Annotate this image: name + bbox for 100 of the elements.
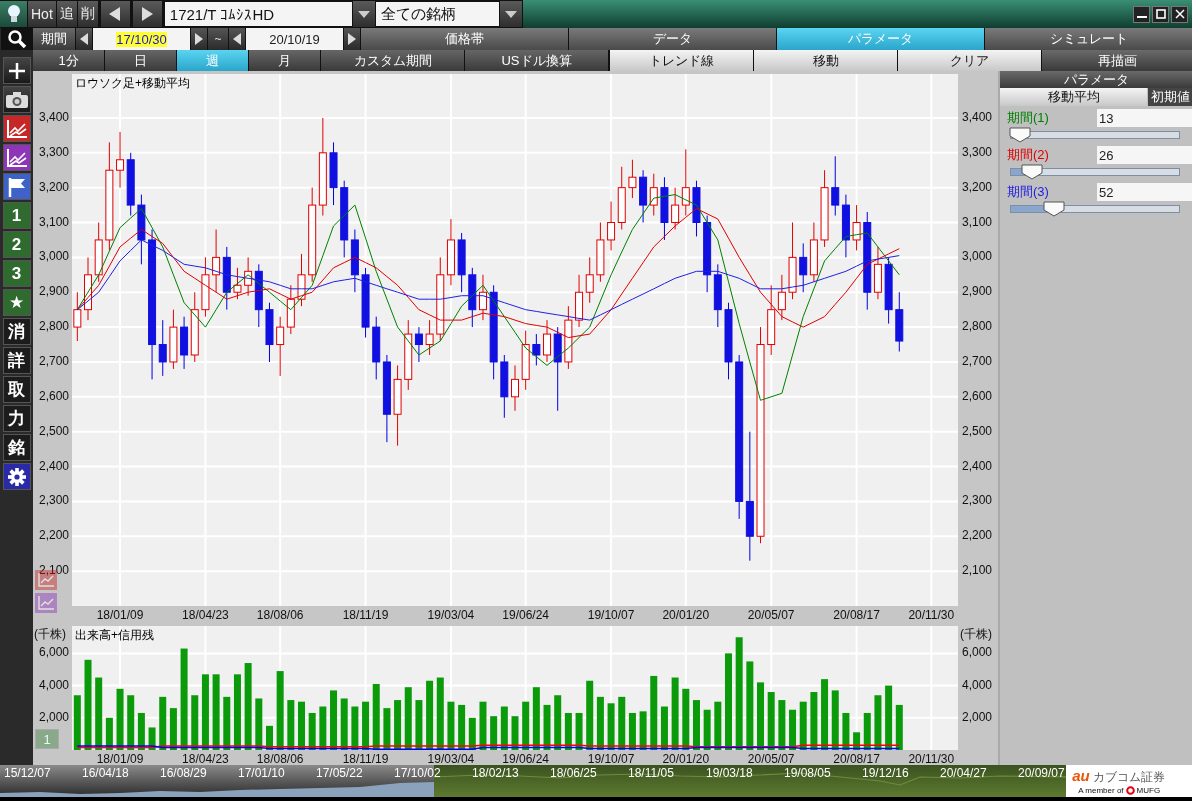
timeline-label: 19/08/05 — [784, 766, 832, 780]
reset-button[interactable]: 初期値 — [1148, 88, 1192, 106]
y-tick-label: 2,700 — [962, 353, 993, 368]
period-label: 期間 — [33, 28, 75, 50]
quick-button[interactable]: 削 — [77, 1, 98, 27]
y-tick-label: 3,000 — [962, 249, 993, 264]
tool-button[interactable]: ★ — [2, 289, 31, 316]
x-tick-label: 18/04/23 — [182, 752, 229, 766]
symbol-field[interactable]: 1721/T ｺﾑｼｽHD — [164, 2, 352, 26]
y-tick-label: 3,100 — [962, 214, 993, 229]
x-tick-label: 20/08/17 — [833, 608, 880, 622]
x-tick-label: 18/04/23 — [182, 608, 229, 622]
x-tick-label: 18/08/06 — [256, 752, 304, 766]
chart-tool-button[interactable]: 移動 — [754, 50, 897, 71]
timeline-label: 16/04/18 — [82, 766, 130, 780]
y-tick-label: 2,400 — [962, 458, 993, 473]
end-date-field[interactable]: 20/10/19 — [246, 28, 343, 50]
y-tick-label: 2,000 — [38, 709, 69, 724]
tool-button[interactable]: 2 — [2, 231, 31, 258]
tool-button[interactable]: 銘 — [2, 434, 31, 461]
timeline-label: 20/04/27 — [940, 766, 988, 780]
interval-tab[interactable]: 1分 — [33, 50, 104, 71]
y-tick-label: 3,200 — [962, 179, 993, 194]
y-tick-label: 3,300 — [962, 144, 993, 159]
chart-title: 出来高+信用残 — [75, 627, 154, 644]
y-tick-label: 4,000 — [962, 677, 993, 692]
x-tick-label: 18/01/09 — [96, 608, 144, 622]
interval-tab[interactable]: USドル換算 — [465, 50, 608, 71]
y-tick-label: 4,000 — [38, 677, 69, 692]
quick-button[interactable]: 追 — [56, 1, 77, 27]
x-tick-label: 18/01/09 — [96, 752, 144, 766]
filter-field[interactable]: 全ての銘柄 — [375, 2, 499, 26]
x-tick-label: 20/01/20 — [662, 608, 710, 622]
y-tick-label: 2,100 — [38, 563, 69, 578]
y-tick-label: 2,500 — [962, 423, 993, 438]
x-tick-label: 19/10/07 — [587, 608, 635, 622]
y-tick-label: 2,100 — [962, 563, 993, 578]
parameter-field[interactable]: 13 — [1097, 109, 1192, 127]
chart-tool-button[interactable]: 再描画 — [1042, 50, 1192, 71]
y-tick-label: 2,600 — [962, 388, 993, 403]
timeline-label: 18/11/05 — [628, 766, 675, 780]
brand-mark: au — [1072, 767, 1090, 784]
y-tick-label: 6,000 — [38, 645, 69, 660]
tool-button[interactable]: 1 — [2, 202, 31, 229]
timeline-label: 15/12/07 — [4, 766, 52, 780]
tool-button[interactable]: 消 — [2, 318, 31, 345]
x-tick-label: 20/08/17 — [833, 752, 880, 766]
y-tick-label: 2,200 — [38, 528, 69, 543]
panel-tab[interactable]: 移動平均 — [1000, 88, 1147, 106]
x-tick-label: 20/01/20 — [662, 752, 710, 766]
chart-tool-button[interactable]: トレンド線 — [610, 50, 753, 71]
quick-button[interactable]: Hot — [28, 1, 56, 27]
start-date-field[interactable]: 17/10/30 — [93, 28, 190, 50]
parameter-label: 期間(3) — [1006, 183, 1049, 201]
y-tick-label: 2,200 — [962, 528, 993, 543]
y-tick-label: 3,100 — [38, 214, 69, 229]
y-tick-label: 2,500 — [38, 423, 69, 438]
tool-button[interactable]: 3 — [2, 260, 31, 287]
tool-button[interactable]: 力 — [2, 405, 31, 432]
view-tab[interactable]: データ — [569, 28, 776, 50]
range-separator: ~ — [208, 28, 228, 50]
x-tick-label: 19/03/04 — [427, 608, 475, 622]
chart-tool-button[interactable]: クリア — [898, 50, 1041, 71]
y-tick-label: 6,000 — [962, 645, 993, 660]
parameter-label: 期間(2) — [1006, 146, 1049, 164]
view-tab[interactable]: 価格帯 — [361, 28, 568, 50]
parameter-label: 期間(1) — [1006, 109, 1049, 127]
x-tick-label: 19/03/04 — [427, 752, 475, 766]
interval-tab[interactable]: 月 — [249, 50, 320, 71]
parameter-field[interactable]: 52 — [1097, 183, 1192, 201]
tool-button[interactable]: 取 — [2, 376, 31, 403]
x-tick-label: 20/11/30 — [908, 608, 955, 622]
timeline-label: 18/02/13 — [472, 766, 520, 780]
unit-label: (千株) — [34, 626, 66, 643]
y-tick-label: 2,300 — [38, 493, 69, 508]
y-tick-label: 3,200 — [38, 179, 69, 194]
timeline-label: 17/05/22 — [316, 766, 364, 780]
y-tick-label: 2,000 — [962, 709, 993, 724]
y-tick-label: 2,300 — [962, 493, 993, 508]
tool-button[interactable]: 詳 — [2, 347, 31, 374]
view-tab[interactable]: シミュレート — [985, 28, 1192, 50]
x-tick-label: 20/11/30 — [908, 752, 955, 766]
y-tick-label: 3,400 — [38, 109, 69, 124]
timeline-label: 17/01/10 — [238, 766, 286, 780]
timeline-label: 17/10/02 — [394, 766, 442, 780]
tagline: A member of — [1078, 786, 1124, 795]
brand-name: カブコム証券 — [1092, 769, 1165, 786]
interval-tab[interactable]: カスタム期間 — [321, 50, 464, 71]
parameter-field[interactable]: 26 — [1097, 146, 1192, 164]
y-tick-label: 2,700 — [38, 353, 69, 368]
x-tick-label: 18/08/06 — [256, 608, 304, 622]
timeline-label: 19/12/16 — [862, 766, 910, 780]
x-tick-label: 19/06/24 — [502, 752, 550, 766]
y-tick-label: 2,900 — [38, 284, 69, 299]
range-navigator[interactable]: 15/12/07 16/04/18 16/08/29 17/01/10 17/05/22 17/10/02 18/02/13 18/06/25 18/11/05 19/03/18 19/08/05 19/12/16 20/04/27 20/09/07 — [0, 765, 1067, 797]
unit-label: (千株) — [960, 626, 992, 643]
panel-title: パラメータ — [1000, 71, 1192, 88]
group-name: MUFG — [1136, 786, 1161, 795]
interval-tab[interactable]: 日 — [105, 50, 176, 71]
y-tick-label: 2,800 — [962, 319, 993, 334]
